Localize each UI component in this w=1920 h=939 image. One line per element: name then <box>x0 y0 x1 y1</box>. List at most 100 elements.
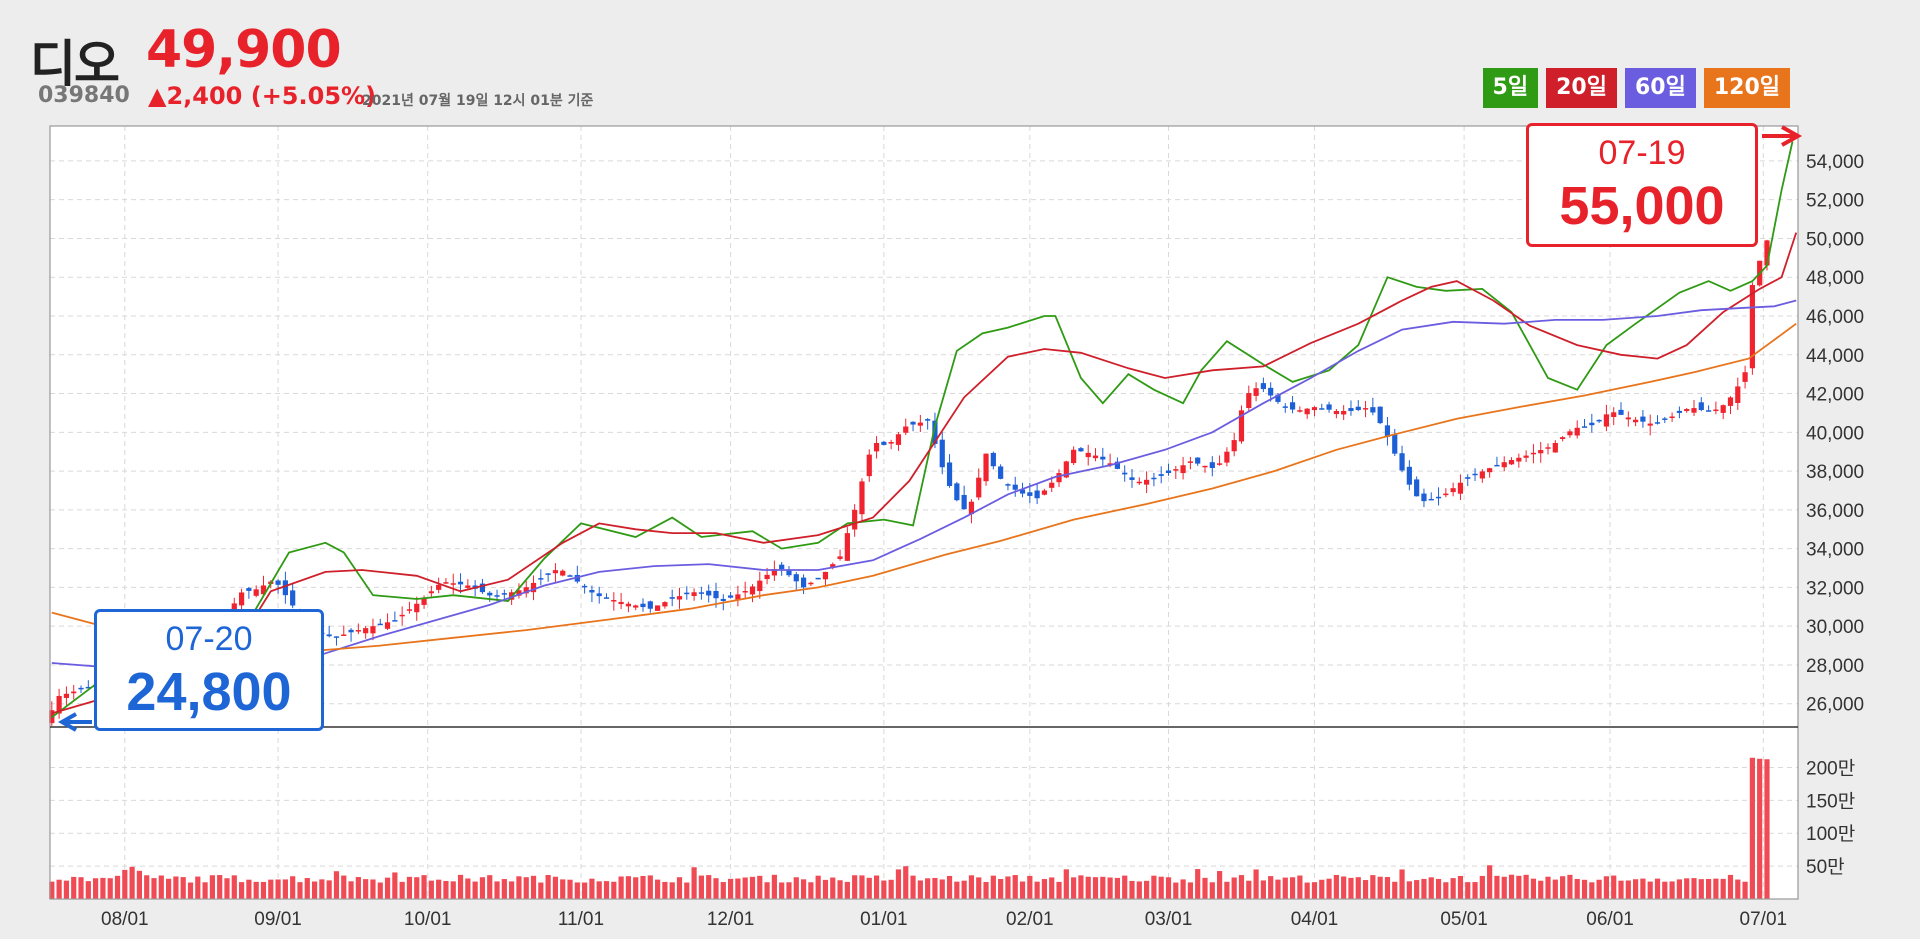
volume-bar <box>764 882 770 899</box>
candle-body <box>1581 426 1588 428</box>
min-date: 07-20 <box>165 620 253 658</box>
volume-bar <box>363 879 369 899</box>
max-value: 55,000 <box>1559 176 1725 236</box>
volume-bar <box>1472 882 1478 899</box>
volume-bar <box>983 882 989 899</box>
candle-body <box>1698 402 1704 411</box>
volume-bar <box>304 878 310 899</box>
volume-bar <box>1384 877 1391 899</box>
volume-bar <box>1209 882 1215 899</box>
candle-body <box>1552 442 1558 453</box>
volume-bar <box>786 882 792 899</box>
candle-body <box>1691 408 1697 413</box>
volume-bar <box>1311 882 1318 899</box>
candle-body <box>764 574 770 580</box>
volume-bar <box>596 881 602 899</box>
candle-body <box>684 592 690 595</box>
candle-body <box>1406 466 1412 485</box>
volume-bar <box>655 879 661 899</box>
volume-bar <box>866 877 872 899</box>
candle-body <box>1713 409 1719 412</box>
candle-body <box>1720 405 1726 413</box>
volume-bar <box>1224 881 1230 899</box>
volume-bar <box>917 880 923 899</box>
candle-body <box>1216 463 1223 465</box>
candle-body <box>625 603 632 607</box>
volume-bar <box>669 882 675 899</box>
candle-body <box>859 481 865 515</box>
volume-bar <box>173 876 179 899</box>
volume-bar <box>1246 880 1252 899</box>
candle-body <box>1362 408 1369 410</box>
candle-body <box>1282 406 1288 408</box>
volume-bar <box>749 876 756 899</box>
volume-bar <box>1399 869 1405 899</box>
volume-bar <box>939 879 945 899</box>
candle-body <box>1319 408 1325 410</box>
volume-bar <box>1362 880 1369 899</box>
volume-bar <box>509 881 515 899</box>
candle-body <box>1195 457 1201 464</box>
volume-bar <box>1662 881 1668 899</box>
price-tick-label: 28,000 <box>1806 656 1864 677</box>
x-tick-label: 02/01 <box>1006 909 1054 930</box>
volume-bar <box>144 875 150 899</box>
volume-bar <box>1516 875 1522 899</box>
volume-bar <box>311 881 318 899</box>
candle-body <box>1508 460 1515 465</box>
volume-bar <box>1071 877 1077 899</box>
volume-bar <box>895 869 902 899</box>
candle-body <box>1268 387 1274 396</box>
volume-bar <box>1552 879 1558 899</box>
volume-bar <box>1705 878 1712 899</box>
volume-bar <box>1260 880 1266 899</box>
volume-bar <box>538 882 544 899</box>
candle-body <box>253 589 259 596</box>
volume-bar <box>56 879 62 899</box>
volume-bar <box>1574 878 1580 899</box>
candle-body <box>815 577 821 580</box>
candle-body <box>800 577 807 588</box>
volume-bar <box>852 875 858 899</box>
volume-bar <box>487 875 493 899</box>
candle-body <box>873 442 880 452</box>
candle-body <box>1684 409 1690 412</box>
candle-body <box>1012 484 1018 490</box>
candle-body <box>1092 455 1099 459</box>
volume-bar <box>1435 878 1442 899</box>
volume-bar <box>735 878 741 899</box>
candle-body <box>633 605 639 608</box>
volume-bar <box>355 877 361 899</box>
price-tick-label: 52,000 <box>1806 191 1864 212</box>
candle-body <box>1567 431 1573 436</box>
candle-body <box>603 597 610 599</box>
candle-body <box>589 590 595 593</box>
volume-bar <box>1676 879 1682 899</box>
candle-body <box>406 609 413 611</box>
volume-bar <box>1253 869 1259 899</box>
volume-bar <box>377 882 383 899</box>
volume-bar <box>976 877 982 899</box>
volume-bar <box>1151 875 1157 899</box>
candle-body <box>1165 470 1172 474</box>
volume-bar <box>1625 880 1631 899</box>
candle-body <box>1676 410 1682 413</box>
volume-tick-label: 200만 <box>1806 757 1855 779</box>
candle-body <box>917 422 923 426</box>
volume-bar <box>1326 878 1332 899</box>
candle-body <box>1224 451 1230 463</box>
volume-bar <box>282 879 288 899</box>
volume-bar <box>158 875 164 899</box>
volume-bar <box>1567 874 1573 899</box>
candle-body <box>1027 492 1033 496</box>
volume-bar <box>888 879 894 899</box>
volume-bar <box>428 880 434 899</box>
volume-bar <box>1304 882 1310 899</box>
volume-bar <box>326 880 332 899</box>
volume-bar <box>713 878 719 899</box>
volume-tick-label: 50만 <box>1806 856 1845 878</box>
candle-body <box>392 620 398 622</box>
candle-body <box>895 434 902 445</box>
volume-bar <box>107 878 113 899</box>
candle-body <box>1085 452 1091 458</box>
